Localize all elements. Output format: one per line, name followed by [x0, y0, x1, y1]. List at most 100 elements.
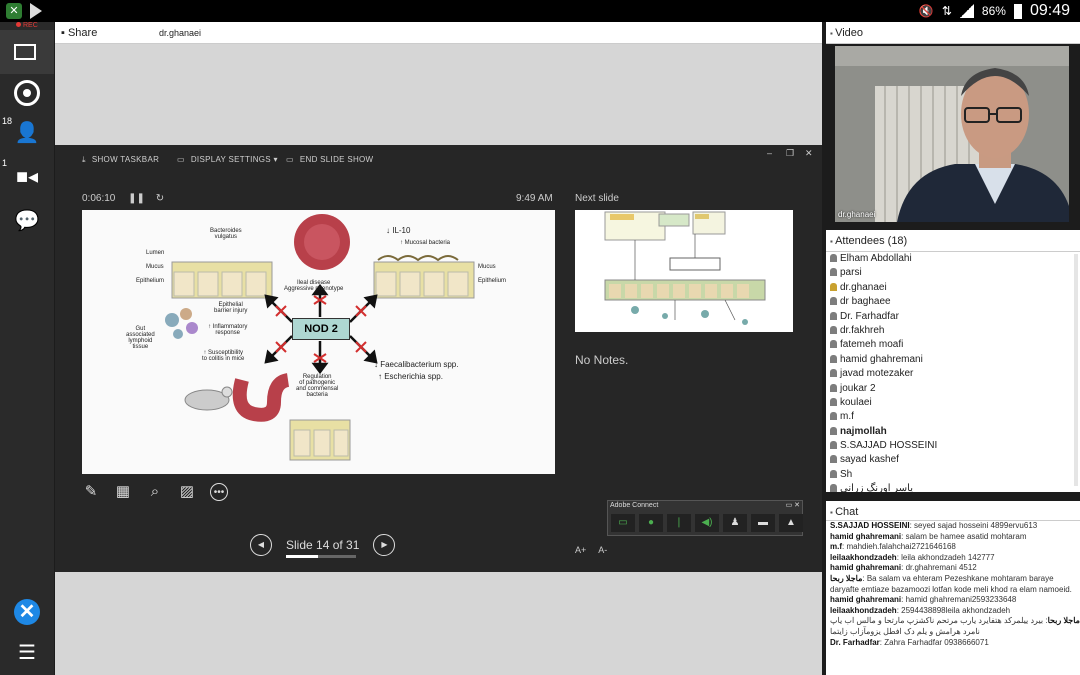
slide-timer: 0:06:10 ❚❚ ↻ [82, 193, 165, 204]
participant-icon [830, 297, 837, 306]
microphone-icon[interactable]: ❘ [667, 514, 691, 532]
slide-label-gut: Gut associated lymphoid tissue [126, 326, 155, 350]
close-icon[interactable]: ✕ [805, 148, 813, 159]
video-count: 1 [2, 158, 8, 168]
attendee-name: hamid ghahremani [840, 353, 923, 365]
next-slide-label: Next slide [575, 193, 619, 204]
attendee-item[interactable]: koulaei [826, 396, 1080, 410]
attendee-item[interactable]: hamid ghahremani [826, 353, 1080, 367]
chat-sender: hamid ghahremani [830, 563, 902, 573]
participant-icon [830, 426, 837, 435]
chat-toggle-icon[interactable]: ▬ [751, 514, 775, 532]
participant-icon [830, 354, 837, 363]
display-settings-button[interactable]: ▭ DISPLAY SETTINGS ▾ [177, 155, 278, 164]
battery-icon [1013, 3, 1022, 19]
slide-grid-icon[interactable]: ▦ [114, 483, 132, 501]
subtitles-icon[interactable]: ▨ [178, 483, 196, 501]
slide-label-mucosal: ↑ Mucosal bacteria [400, 240, 451, 246]
reset-timer-icon[interactable]: ↻ [156, 193, 164, 204]
attendee-item[interactable]: joukar 2 [826, 382, 1080, 396]
exit-icon[interactable]: ✕ [14, 599, 40, 625]
attendee-item[interactable]: m.f [826, 410, 1080, 424]
slide-label-epithelium-right: Epithelium [478, 278, 507, 284]
attendee-item[interactable]: javad motezaker [826, 367, 1080, 381]
chat-message: Dr. Farhadfar: Zahra Farhadfar 093866607… [830, 637, 989, 647]
share-screen-icon[interactable]: ▭ [611, 514, 635, 532]
pause-icon[interactable]: ❚❚ [128, 193, 145, 204]
chat-message: hamid ghahremani: salam be hamee asatid … [830, 531, 1027, 541]
attendee-item[interactable]: یاسر اورنگ زرانی [826, 482, 1080, 492]
chat-sender: leilaakhondzadeh [830, 605, 897, 615]
next-slide-thumbnail[interactable] [575, 210, 793, 332]
minimize-icon[interactable]: – [767, 148, 772, 158]
chat-sender: Dr. Farhadfar [830, 637, 880, 647]
participant-icon [830, 340, 837, 349]
chat-message: ماجلا ربحا: بیرد ییلمرکد هتفایرد یارب مر… [830, 616, 1080, 636]
notification-icon[interactable]: ▲ [779, 514, 803, 532]
attendee-scrollbar[interactable] [1074, 254, 1078, 486]
attendee-item[interactable]: parsi [826, 266, 1080, 280]
webcam-icon[interactable]: ● [639, 514, 663, 532]
chat-text: 2594438898leila akhondzadeh [901, 605, 1011, 615]
attendee-item[interactable]: Dr. Farhadfar [826, 310, 1080, 324]
attendee-item[interactable]: fatemeh moafi [826, 338, 1080, 352]
attendees-icon[interactable]: 👤 [14, 120, 40, 146]
attendee-item[interactable]: najmollah [826, 425, 1080, 439]
attendee-item[interactable]: Elham Abdollahi [826, 252, 1080, 266]
font-smaller-button[interactable]: A- [598, 545, 607, 555]
signal-icon [959, 4, 974, 18]
chat-sender: ماجلا ربحا [1047, 616, 1080, 626]
network-icon: ⇅ [941, 4, 952, 18]
slide-label-regulation: Regulation of pathogenic and commensal b… [296, 374, 339, 398]
show-taskbar-button[interactable]: ⤓ SHOW TASKBAR [82, 155, 159, 165]
attendee-item[interactable]: dr.ghanaei [826, 281, 1080, 295]
slide-label-bacteroides: Bacteroides vulgatus [210, 228, 242, 240]
video-feed[interactable]: dr.ghanaei [835, 46, 1069, 222]
attendee-name: dr baghaee [840, 296, 891, 308]
attendee-item[interactable]: dr baghaee [826, 295, 1080, 309]
menu-icon[interactable]: ☰ [14, 640, 40, 666]
attendee-name: javad motezaker [840, 368, 914, 380]
speaker-icon[interactable]: ◀) [695, 514, 719, 532]
pen-icon[interactable]: ✎ [82, 483, 100, 501]
broadcast-icon[interactable] [14, 80, 40, 106]
slide-navigation: ◀ Slide 14 of 31 ▶ [250, 534, 396, 558]
next-slide-button[interactable]: ▶ [373, 534, 396, 556]
attendee-item[interactable]: dr.fakhreh [826, 324, 1080, 338]
chat-icon[interactable]: 💬 [14, 208, 40, 234]
end-slideshow-button[interactable]: ▭ END SLIDE SHOW [286, 155, 373, 164]
play-store-icon [30, 3, 42, 19]
attendees-toggle-icon[interactable]: ♟ [723, 514, 747, 532]
attendee-name: Sh [840, 468, 853, 480]
chat-text: seyed sajad hosseini 4899ervu613 [914, 521, 1038, 530]
adobe-window-controls[interactable]: ▭ ✕ [786, 501, 800, 509]
participant-icon [830, 469, 837, 478]
chat-text: بیرد ییلمرکد هتفایرد یارب مرتحم ناکشزپ م… [830, 616, 1044, 636]
chat-sender: leilaakhondzadeh [830, 552, 897, 562]
taskbar-icon: ⤓ [82, 155, 86, 164]
layout-icon[interactable] [14, 44, 36, 60]
attendee-name: najmollah [840, 425, 887, 437]
zoom-icon[interactable]: ⌕ [146, 483, 164, 501]
restore-icon[interactable]: ❐ [786, 148, 794, 159]
chat-text: dr.ghahremani 4512 [905, 563, 977, 573]
chat-text: hamid ghahremani2593233648 [905, 595, 1017, 605]
attendee-name: joukar 2 [840, 382, 876, 394]
participant-icon [830, 254, 837, 262]
attendee-item[interactable]: Sh [826, 468, 1080, 482]
attendee-name: S.SAJJAD HOSSEINI [840, 440, 938, 452]
attendees-pod-header: Attendees (18) [826, 230, 1080, 252]
previous-slide-button[interactable]: ◀ [250, 534, 272, 556]
attendee-item[interactable]: S.SAJJAD HOSSEINI [826, 439, 1080, 453]
participant-icon [830, 325, 837, 334]
more-options-icon[interactable]: ••• [210, 483, 228, 501]
attendee-item[interactable]: sayad kashef [826, 453, 1080, 467]
font-larger-button[interactable]: A+ [575, 545, 586, 555]
chat-message: S.SAJJAD HOSSEINI: seyed sajad hosseini … [830, 521, 1038, 530]
chat-message: leilaakhondzadeh: 2594438898leila akhond… [830, 605, 1011, 615]
camera-icon[interactable]: ■◂ [14, 164, 40, 190]
participant-icon [830, 441, 837, 450]
slide-tools: ✎ ▦ ⌕ ▨ ••• [82, 483, 228, 501]
slide-label-il10: ↓ IL-10 [386, 226, 411, 235]
attendee-count: 18 [2, 116, 13, 126]
